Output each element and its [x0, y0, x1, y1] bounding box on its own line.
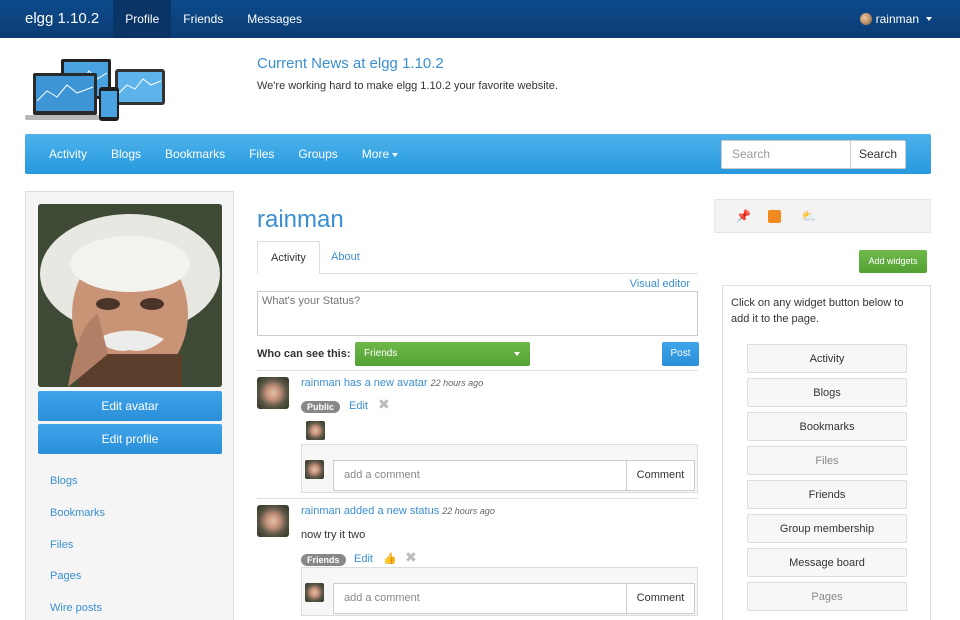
feed-edit-link[interactable]: Edit — [349, 400, 368, 412]
news-text: We're working hard to make elgg 1.10.2 y… — [257, 80, 558, 92]
widget-message-board[interactable]: Message board — [747, 548, 907, 577]
widget-bookmarks[interactable]: Bookmarks — [747, 412, 907, 441]
feed-edit-link[interactable]: Edit — [354, 553, 373, 565]
sidebar-link-files[interactable]: Files — [50, 539, 73, 551]
site-menu: Activity Blogs Bookmarks Files Groups Mo… — [25, 134, 931, 174]
chevron-down-icon — [926, 17, 932, 21]
widget-group-membership[interactable]: Group membership — [747, 514, 907, 543]
comment-form: add a comment Comment — [301, 444, 698, 493]
access-badge: Friends — [301, 554, 346, 566]
sidebar-link-blogs[interactable]: Blogs — [50, 475, 78, 487]
rss-icon[interactable] — [768, 210, 781, 223]
status-input[interactable] — [257, 291, 698, 336]
profile-tabs: Activity About — [257, 241, 698, 274]
post-button[interactable]: Post — [662, 342, 699, 366]
comment-input[interactable]: add a comment — [333, 460, 627, 491]
chevron-down-icon — [392, 152, 399, 157]
sidebar-link-pages[interactable]: Pages — [50, 570, 81, 582]
topnav-friends[interactable]: Friends — [171, 0, 235, 38]
feed-item-user[interactable]: rainman — [301, 377, 341, 389]
widget-pages[interactable]: Pages — [747, 582, 907, 611]
search-button[interactable]: Search — [850, 140, 906, 169]
access-label: Who can see this: — [257, 348, 351, 360]
edit-profile-button[interactable]: Edit profile — [38, 424, 222, 454]
access-select[interactable]: Friends — [355, 342, 530, 366]
menu-activity[interactable]: Activity — [37, 147, 99, 161]
menu-more[interactable]: More — [350, 147, 410, 161]
visual-editor-link[interactable]: Visual editor — [630, 278, 690, 290]
widget-files[interactable]: Files — [747, 446, 907, 475]
feed-divider — [257, 498, 698, 499]
comment-button[interactable]: Comment — [626, 583, 695, 614]
menu-files[interactable]: Files — [237, 147, 286, 161]
thumbs-up-icon[interactable]: 👍 — [383, 552, 397, 565]
commenter-avatar — [305, 460, 324, 479]
feed-item-action[interactable]: has a new avatar — [344, 377, 428, 389]
profile-title: rainman — [257, 206, 344, 233]
sidebar-link-wire-posts[interactable]: Wire posts — [50, 602, 102, 614]
weather-icon[interactable]: ⛅ — [801, 209, 816, 223]
widget-friends[interactable]: Friends — [747, 480, 907, 509]
access-select-value: Friends — [364, 348, 398, 359]
topnav-profile[interactable]: Profile — [113, 0, 172, 38]
widget-help-text: Click on any widget button below to add … — [731, 297, 904, 325]
top-navbar: elgg 1.10.2 Profile Friends Messages rai… — [0, 0, 960, 38]
widget-blogs[interactable]: Blogs — [747, 378, 907, 407]
widget-toolbar: 📌 ⛅ — [714, 199, 931, 233]
feed-item-time: 22 hours ago — [442, 506, 495, 516]
menu-groups[interactable]: Groups — [286, 147, 349, 161]
feed-item-summary: rainman has a new avatar 22 hours ago — [301, 377, 483, 389]
tab-about[interactable]: About — [318, 241, 373, 274]
comment-input[interactable]: add a comment — [333, 583, 627, 614]
user-menu-name: rainman — [875, 12, 919, 26]
search-input[interactable]: Search — [721, 140, 851, 169]
comment-button[interactable]: Comment — [626, 460, 695, 491]
menu-more-label: More — [361, 147, 390, 161]
menu-bookmarks[interactable]: Bookmarks — [153, 147, 237, 161]
owner-block: Edit avatar Edit profile Blogs Bookmarks… — [25, 191, 234, 620]
user-avatar-mini — [859, 13, 872, 25]
sidebar-link-bookmarks[interactable]: Bookmarks — [50, 507, 105, 519]
feed-item-time: 22 hours ago — [430, 378, 484, 388]
comment-form: add a comment Comment — [301, 567, 698, 616]
devices-header-image — [25, 59, 165, 121]
edit-avatar-button[interactable]: Edit avatar — [38, 391, 222, 421]
user-menu[interactable]: rainman — [859, 0, 932, 38]
feed-item-user[interactable]: rainman — [301, 505, 341, 517]
commenter-avatar — [305, 583, 324, 602]
feed-item-avatar[interactable] — [257, 377, 289, 409]
access-badge: Public — [301, 401, 341, 413]
profile-avatar[interactable] — [38, 204, 222, 387]
menu-blogs[interactable]: Blogs — [99, 147, 153, 161]
tab-activity[interactable]: Activity — [257, 241, 320, 274]
chevron-down-icon — [514, 352, 520, 356]
new-avatar-thumbnail[interactable] — [306, 421, 325, 440]
news-title: Current News at elgg 1.10.2 — [257, 55, 444, 72]
widget-panel: Click on any widget button below to add … — [722, 285, 931, 620]
delete-icon[interactable]: ✖ — [378, 396, 390, 413]
topnav-messages[interactable]: Messages — [235, 0, 314, 38]
feed-item-avatar[interactable] — [257, 505, 289, 537]
site-brand[interactable]: elgg 1.10.2 — [0, 0, 113, 38]
delete-icon[interactable]: ✖ — [405, 549, 417, 566]
widget-activity[interactable]: Activity — [747, 344, 907, 373]
status-text: now try it two — [301, 529, 366, 541]
add-widgets-button[interactable]: Add widgets — [859, 250, 927, 273]
feed-divider — [257, 370, 698, 371]
pin-icon[interactable]: 📌 — [736, 209, 751, 223]
feed-item-action[interactable]: added a new status — [344, 505, 439, 517]
feed-item-summary: rainman added a new status 22 hours ago — [301, 505, 495, 517]
